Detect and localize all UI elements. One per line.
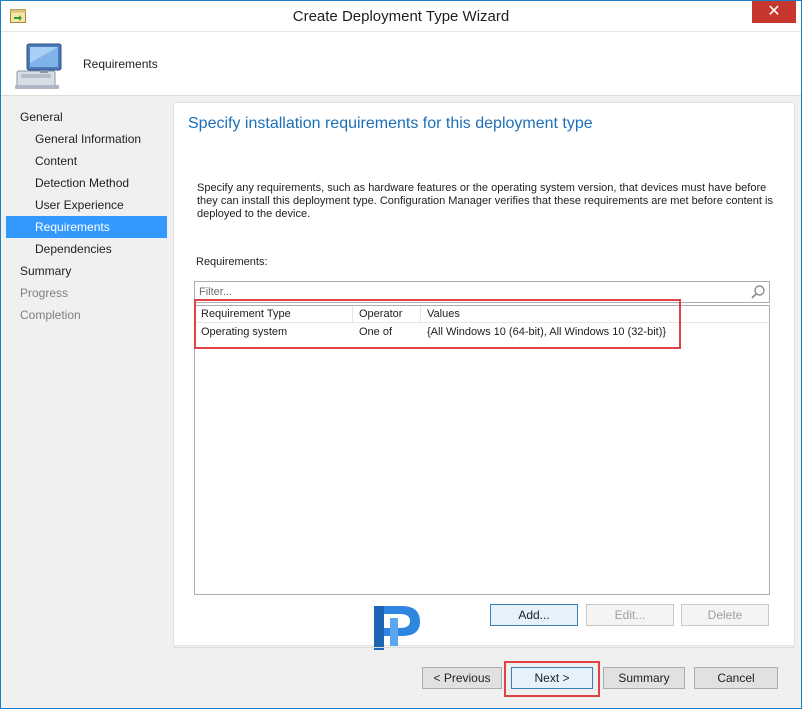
edit-button[interactable]: Edit... bbox=[586, 604, 674, 626]
summary-button[interactable]: Summary bbox=[603, 667, 685, 689]
search-icon[interactable] bbox=[750, 284, 766, 300]
nav-item-progress: Progress bbox=[20, 286, 69, 300]
requirements-list[interactable]: Requirement Type Operator Values Operati… bbox=[194, 305, 770, 595]
close-button[interactable]: ✕ bbox=[752, 1, 796, 23]
wizard-nav: General General Information Content Dete… bbox=[6, 106, 167, 666]
nav-item-completion: Completion bbox=[20, 308, 81, 322]
title-bar: Create Deployment Type Wizard ✕ bbox=[1, 1, 801, 32]
column-header-operator[interactable]: Operator bbox=[353, 306, 421, 323]
previous-button[interactable]: < Previous bbox=[422, 667, 502, 689]
nav-item-user-experience[interactable]: User Experience bbox=[6, 194, 167, 216]
table-row[interactable]: Operating system One of {All Windows 10 … bbox=[195, 324, 769, 341]
add-button[interactable]: Add... bbox=[490, 604, 578, 626]
cell-operator: One of bbox=[359, 326, 393, 338]
column-header-requirement-type[interactable]: Requirement Type bbox=[195, 306, 353, 323]
header-page-label: Requirements bbox=[83, 57, 158, 71]
next-button[interactable]: Next > bbox=[511, 667, 593, 689]
delete-button[interactable]: Delete bbox=[681, 604, 769, 626]
column-header-values[interactable]: Values bbox=[421, 306, 769, 323]
footer-separator bbox=[173, 647, 795, 648]
cell-values: {All Windows 10 (64-bit), All Windows 10… bbox=[427, 326, 667, 338]
nav-item-dependencies[interactable]: Dependencies bbox=[6, 238, 167, 260]
wizard-header: Requirements bbox=[1, 32, 801, 96]
nav-item-general[interactable]: General bbox=[6, 106, 167, 128]
wizard-window: Create Deployment Type Wizard ✕ Requirem… bbox=[0, 0, 802, 709]
list-header: Requirement Type Operator Values bbox=[195, 306, 769, 323]
filter-box[interactable] bbox=[194, 281, 770, 303]
nav-item-requirements[interactable]: Requirements bbox=[6, 216, 167, 238]
content-panel: Specify installation requirements for th… bbox=[173, 102, 795, 646]
filter-input[interactable] bbox=[195, 282, 735, 302]
nav-item-detection-method[interactable]: Detection Method bbox=[6, 172, 167, 194]
nav-item-general-information[interactable]: General Information bbox=[6, 128, 167, 150]
computer-icon bbox=[15, 43, 62, 89]
requirements-label: Requirements: bbox=[196, 256, 268, 268]
cancel-button[interactable]: Cancel bbox=[694, 667, 778, 689]
page-heading: Specify installation requirements for th… bbox=[188, 115, 593, 132]
page-description: Specify any requirements, such as hardwa… bbox=[197, 182, 773, 220]
cell-requirement-type: Operating system bbox=[201, 326, 288, 338]
nav-item-summary[interactable]: Summary bbox=[6, 260, 167, 282]
window-title: Create Deployment Type Wizard bbox=[292, 8, 510, 25]
nav-item-content[interactable]: Content bbox=[6, 150, 167, 172]
